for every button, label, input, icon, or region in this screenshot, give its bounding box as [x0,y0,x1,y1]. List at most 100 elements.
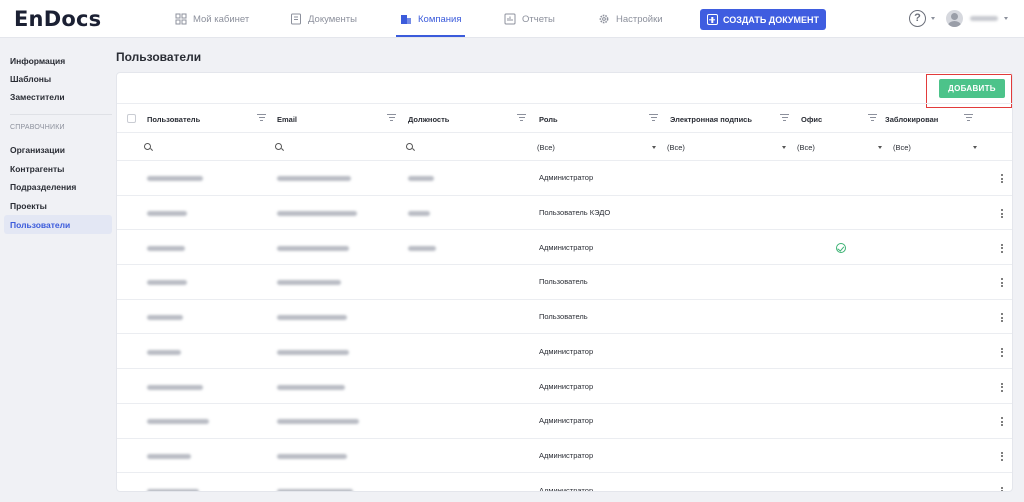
nav-label: Документы [308,13,357,25]
column-header-position[interactable]: Должность [408,115,449,124]
sidebar-item-deputies[interactable]: Заместители [4,87,112,106]
blocked-filter-select[interactable]: (Все) [893,143,911,152]
building-icon [401,15,411,24]
column-header-email[interactable]: Email [277,115,297,124]
table-row[interactable]: Пользователь КЭДО [117,196,1012,231]
search-icon[interactable] [406,143,413,150]
column-header-signature[interactable]: Электронная подпись [670,115,752,124]
page-title: Пользователи [116,50,202,64]
divider [117,103,1012,104]
chart-icon [504,13,516,25]
filter-icon[interactable] [964,114,973,122]
column-header-blocked[interactable]: Заблокирован [885,115,938,124]
nav-my-cabinet[interactable]: Мой кабинет [175,0,249,38]
sidebar-item-departments[interactable]: Подразделения [4,177,112,196]
email-cell [277,280,341,286]
nav-label: Отчеты [522,13,555,25]
more-icon[interactable] [1001,417,1003,427]
role-cell: Пользователь [539,277,588,287]
nav-documents[interactable]: Документы [290,0,357,38]
signature-filter-select[interactable]: (Все) [667,143,685,152]
sidebar-item-projects[interactable]: Проекты [4,196,112,215]
avatar[interactable] [946,10,963,27]
filter-icon[interactable] [649,114,658,122]
column-header-user[interactable]: Пользователь [147,115,200,124]
chevron-down-icon[interactable] [931,17,935,20]
dashboard-icon [175,13,187,25]
sidebar-item-users[interactable]: Пользователи [4,215,112,234]
email-cell [277,419,359,425]
more-icon[interactable] [1001,347,1003,357]
nav-label: Компания [418,13,462,25]
filter-icon[interactable] [517,114,526,122]
more-icon[interactable] [1001,486,1003,491]
sidebar-item-label: Проекты [10,200,47,211]
help-icon[interactable]: ? [909,10,926,27]
role-cell: Администратор [539,381,594,391]
table-row[interactable]: Администратор [117,335,1012,370]
more-icon[interactable] [1001,174,1003,184]
app-logo[interactable]: EnDocs [14,7,101,31]
table-row[interactable]: Администратор [117,439,1012,474]
search-icon[interactable] [275,143,282,150]
select-all-checkbox[interactable] [127,114,136,123]
filter-icon[interactable] [387,114,396,122]
table-row[interactable]: Администратор [117,161,1012,196]
chevron-down-icon[interactable] [973,146,977,149]
more-icon[interactable] [1001,451,1003,461]
chevron-down-icon[interactable] [782,146,786,149]
chevron-down-icon[interactable] [878,146,882,149]
sidebar-item-label: Пользователи [10,219,71,230]
role-cell: Администратор [539,173,594,183]
chevron-down-icon[interactable] [1004,17,1008,20]
gear-icon [599,14,609,24]
nav-settings[interactable]: Настройки [598,0,663,38]
users-table-card: ДОБАВИТЬ Пользователь Email Должность Ро… [116,72,1013,492]
nav-label: Настройки [616,13,663,25]
table-row[interactable]: Администратор [117,404,1012,439]
role-cell: Пользователь КЭДО [539,208,611,218]
sidebar-item-organizations[interactable]: Организации [4,140,112,159]
chevron-down-icon[interactable] [652,146,656,149]
role-filter-select[interactable]: (Все) [537,143,555,152]
filter-icon[interactable] [780,114,789,122]
check-circle-icon [836,242,846,253]
table-row[interactable]: Администратор [117,473,1012,492]
email-cell [277,349,349,355]
more-icon[interactable] [1001,278,1003,288]
table-row[interactable]: Администратор [117,369,1012,404]
nav-label: Мой кабинет [193,13,250,25]
filter-icon[interactable] [257,114,266,122]
user-name-cell [147,419,209,425]
sidebar-item-counterparties[interactable]: Контрагенты [4,159,112,178]
more-icon[interactable] [1001,209,1003,219]
email-cell [277,453,347,459]
document-icon [291,13,301,25]
sidebar-item-info[interactable]: Информация [4,51,112,70]
sidebar-item-label: Информация [10,55,66,66]
office-filter-select[interactable]: (Все) [797,143,815,152]
role-cell: Администратор [539,485,594,492]
more-icon[interactable] [1001,243,1003,253]
filter-icon[interactable] [868,114,877,122]
nav-reports[interactable]: Отчеты [504,0,555,38]
sidebar-item-templates[interactable]: Шаблоны [4,69,112,88]
email-cell [277,384,345,390]
table-row[interactable]: Пользователь [117,300,1012,335]
more-icon[interactable] [1001,382,1003,392]
divider [117,132,1012,133]
position-cell [408,211,430,217]
nav-company[interactable]: Компания [395,0,467,38]
section-caption: СПРАВОЧНИКИ [10,124,65,131]
search-icon[interactable] [144,143,151,150]
column-header-office[interactable]: Офис [801,115,822,124]
table-row[interactable]: Пользователь [117,265,1012,300]
user-name-cell [147,453,191,459]
more-icon[interactable] [1001,313,1003,323]
column-header-role[interactable]: Роль [539,115,558,124]
role-cell: Администратор [539,346,594,356]
table-row[interactable]: Администратор [117,230,1012,266]
user-name[interactable] [970,16,998,21]
email-cell [277,245,349,251]
create-document-button[interactable]: СОЗДАТЬ ДОКУМЕНТ [700,9,826,30]
